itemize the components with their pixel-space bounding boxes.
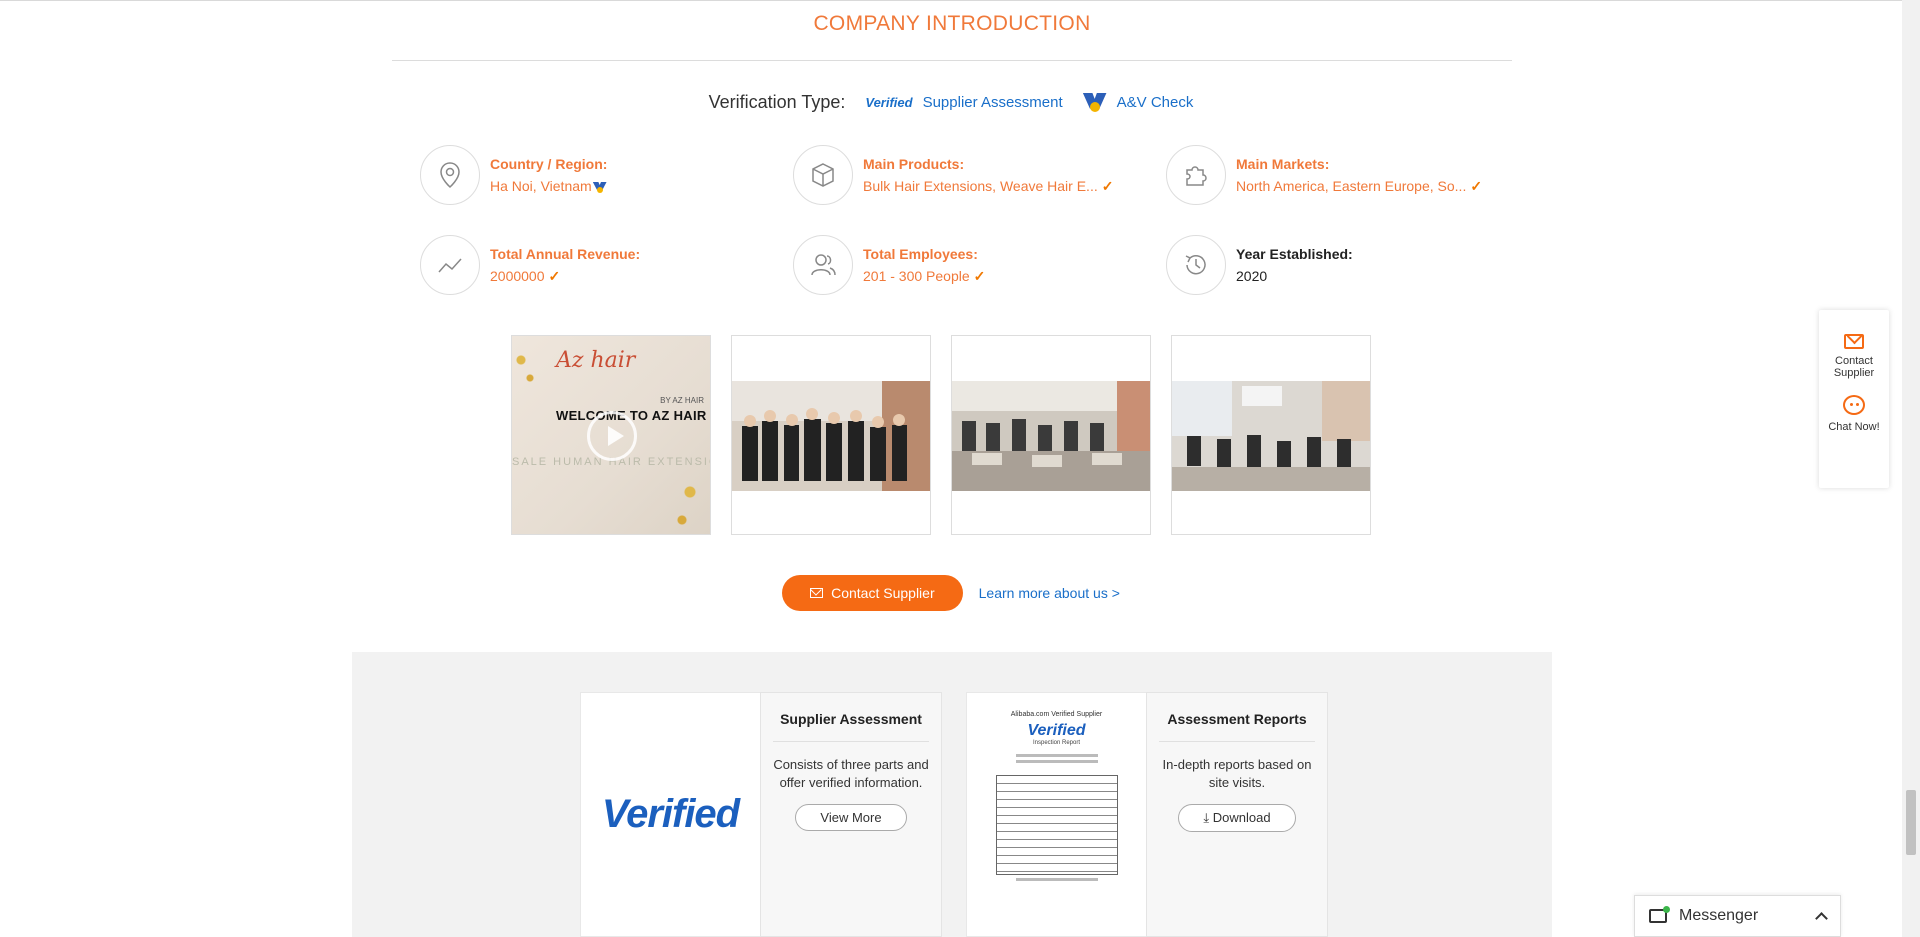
fact-value: 201 - 300 People [863,267,970,284]
fact-main-markets: Main Markets: North America, Eastern Eur… [1166,145,1539,205]
report-table [995,774,1118,875]
fact-key: Total Employees: [863,245,978,262]
card-description: In-depth reports based on site visits. [1162,757,1312,790]
mail-icon [810,588,824,598]
workshop-photo [1172,381,1370,491]
section-title: COMPANY INTRODUCTION [813,12,1091,35]
top-divider [0,0,1920,1]
vietnam-flag-icon [592,181,607,193]
messenger-icon [1649,906,1670,923]
company-gallery: Az hair BY AZ HAIR WELCOME TO AZ HAIR CO… [511,335,1371,535]
mail-icon [1844,334,1864,349]
report-header: Alibaba.com Verified Supplier [1010,710,1103,718]
page: COMPANY INTRODUCTION Verification Type: … [0,0,1920,937]
floating-contact-panel: Contact Supplier Chat Now! [1819,310,1889,488]
side-contact-supplier[interactable]: Contact Supplier [1819,334,1889,379]
gold-decoration [670,464,710,534]
video-welcome-text: WELCOME TO AZ HAIR COMP [556,408,710,423]
verification-row: Verification Type: Verified Supplier Ass… [0,92,1902,113]
verification-label: Verification Type: [708,92,846,112]
assessment-cards: Verified Supplier Assessment Consists of… [580,692,1328,937]
card-description: Consists of three parts and offer verifi… [773,757,929,790]
video-byline: BY AZ HAIR [660,396,704,405]
company-facts-grid: Country / Region: Ha Noi, Vietnam Main P… [420,145,1540,295]
fact-value: 2020 [1236,268,1268,284]
location-pin-icon [420,145,480,205]
company-photo-office[interactable] [951,335,1151,535]
play-icon[interactable] [587,411,637,461]
download-icon: ⤓ [1203,810,1213,825]
box-icon [793,145,853,205]
fact-main-products: Main Products: Bulk Hair Extensions, Wea… [793,145,1166,205]
fact-value: Ha Noi, Vietnam [490,178,592,194]
office-photo [952,381,1150,491]
av-check-badge-icon [1082,92,1107,113]
side-contact-label: Contact Supplier [1833,355,1875,379]
side-chat-now[interactable]: Chat Now! [1819,395,1889,433]
check-icon: ✓ [1470,177,1483,194]
download-button[interactable]: ⤓ Download [1178,804,1296,832]
fact-total-employees: Total Employees: 201 - 300 People ✓ [793,235,1166,295]
verified-logo-text: Verified [601,792,740,836]
fact-key: Year Established: [1236,246,1353,262]
supplier-assessment-link[interactable]: Supplier Assessment [923,94,1063,111]
fact-annual-revenue: Total Annual Revenue: 2000000 ✓ [420,235,793,295]
fact-value: Bulk Hair Extensions, Weave Hair E... [863,177,1098,194]
messenger-bar[interactable]: Messenger [1634,895,1841,937]
check-icon: ✓ [548,267,561,284]
view-more-button[interactable]: View More [795,804,907,831]
contact-supplier-button[interactable]: Contact Supplier [782,575,963,611]
fact-value: 2000000 [490,267,545,284]
az-hair-logo: Az hair [556,348,636,373]
report-text-line [1015,877,1098,881]
verified-mark-icon: Verified [865,95,913,110]
report-subtitle: Inspection Report [1032,739,1081,746]
av-check-link[interactable]: A&V Check [1117,94,1194,111]
gold-decoration [512,336,542,396]
supplier-assessment-card: Verified Supplier Assessment Consists of… [580,692,942,937]
title-divider [392,60,1512,61]
scrollbar-thumb[interactable] [1906,790,1916,855]
report-text-line [1015,753,1098,757]
puzzle-icon [1166,145,1226,205]
messenger-label: Messenger [1679,907,1759,924]
verified-logo-image: Verified [580,692,760,937]
assessment-reports-card: Alibaba.com Verified Supplier Verified I… [966,692,1328,937]
download-label: Download [1212,810,1271,825]
company-video-thumbnail[interactable]: Az hair BY AZ HAIR WELCOME TO AZ HAIR CO… [511,335,711,535]
report-verified-mark: Verified [1027,721,1086,739]
fact-key: Main Products: [863,155,965,172]
check-icon: ✓ [1101,177,1114,194]
page-scrollbar[interactable] [1902,0,1920,937]
card-title: Supplier Assessment [773,711,929,742]
inspection-report-image: Alibaba.com Verified Supplier Verified I… [966,692,1146,937]
history-clock-icon [1166,235,1226,295]
trend-line-icon [420,235,480,295]
fact-key: Total Annual Revenue: [490,245,641,262]
learn-more-link[interactable]: Learn more about us > [979,585,1120,601]
fact-value: North America, Eastern Europe, So... [1236,177,1467,194]
card-title: Assessment Reports [1159,711,1315,742]
company-photo-workshop[interactable] [1171,335,1371,535]
check-icon: ✓ [973,267,986,284]
people-icon [793,235,853,295]
cta-row: Contact Supplier Learn more about us > [0,575,1902,611]
fact-year-established: Year Established: 2020 [1166,235,1539,295]
contact-supplier-label: Contact Supplier [831,585,935,601]
chevron-up-icon[interactable] [1815,912,1828,925]
fact-key: Country / Region: [490,156,608,172]
company-photo-team[interactable] [731,335,931,535]
report-text-line [1015,759,1098,763]
chat-icon [1843,395,1865,415]
side-chat-label: Chat Now! [1828,421,1880,433]
team-photo [732,381,930,491]
fact-key: Main Markets: [1236,155,1330,172]
fact-country: Country / Region: Ha Noi, Vietnam [420,145,793,205]
